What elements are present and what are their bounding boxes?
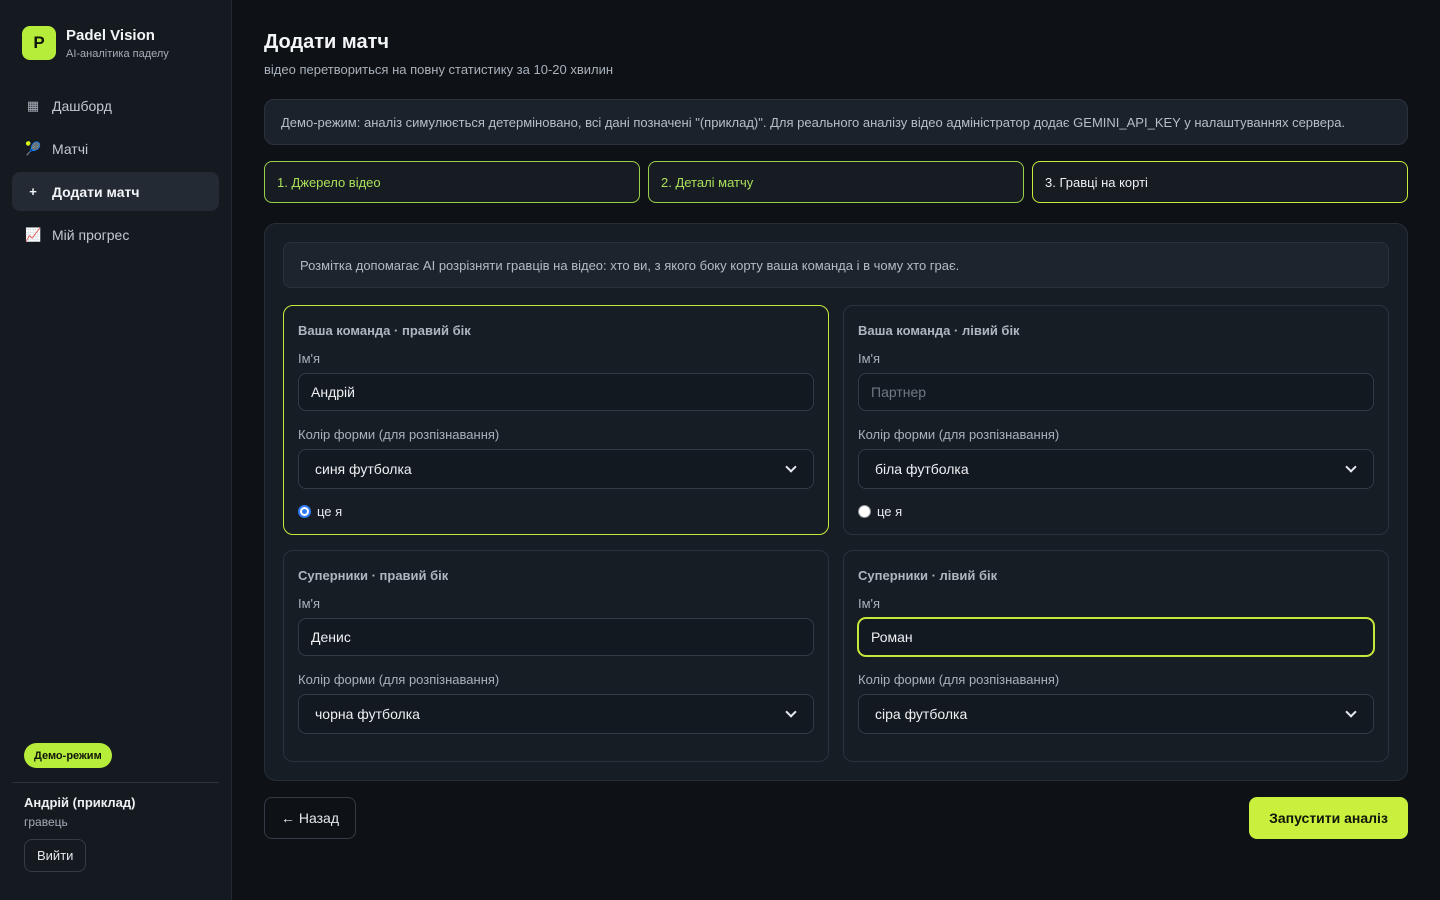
brand-name: Padel Vision [66, 27, 155, 44]
chevron-down-icon [1345, 461, 1357, 473]
player-name-input[interactable] [858, 373, 1374, 411]
brand[interactable]: P Padel Vision AI-аналітика паделу [22, 26, 169, 60]
chevron-down-icon [785, 706, 797, 718]
logout-button[interactable]: Вийти [24, 839, 87, 872]
shirt-color-select[interactable]: біла футболка [858, 449, 1374, 489]
this-is-me-radio[interactable]: це я [298, 504, 342, 519]
plus-icon: + [29, 184, 37, 199]
back-button[interactable]: ← Назад [264, 797, 356, 839]
racket-icon: 🎾 [25, 140, 42, 156]
radio-checked-icon [298, 505, 311, 518]
user-role: гравець [24, 815, 68, 829]
demo-notice: Демо-режим: аналіз симулюється детерміно… [264, 99, 1408, 145]
sidebar-divider [12, 782, 219, 783]
sidebar-item-label: Матчі [52, 140, 89, 157]
players-hint: Розмітка допомагає AI розрізняти гравців… [283, 242, 1389, 288]
chevron-down-icon [785, 461, 797, 473]
shirt-color-select[interactable]: сіра футболка [858, 694, 1374, 734]
shirt-color-value: чорна футболка [315, 706, 420, 722]
sidebar-item-my-progress[interactable]: 📈 Мій прогрес [12, 215, 219, 254]
sidebar-item-label: Додати матч [52, 183, 140, 200]
shirt-color-value: синя футболка [315, 461, 412, 477]
player-card-team-left[interactable]: Ваша команда · лівий бік Ім'я Колір форм… [843, 305, 1389, 535]
player-card-title: Суперники · лівий бік [858, 568, 998, 583]
chart-icon: 📈 [25, 226, 42, 242]
sidebar-item-dashboard[interactable]: ▦ Дашборд [12, 86, 219, 125]
player-card-team-right[interactable]: Ваша команда · правий бік Ім'я Колір фор… [283, 305, 829, 535]
page-subtitle: відео перетвориться на повну статистику … [264, 62, 614, 77]
shirt-color-label: Колір форми (для розпізнавання) [298, 427, 500, 442]
page-title: Додати матч [264, 31, 389, 53]
brand-subtitle: AI-аналітика паделу [66, 48, 169, 60]
demo-mode-badge: Демо-режим [24, 743, 112, 768]
this-is-me-label: це я [877, 504, 903, 519]
user-name: Андрій (приклад) [24, 795, 136, 810]
shirt-color-select[interactable]: синя футболка [298, 449, 814, 489]
player-name-input[interactable] [298, 373, 814, 411]
run-analysis-button[interactable]: Запустити аналіз [1249, 797, 1408, 839]
name-label: Ім'я [858, 596, 881, 611]
sidebar-item-matches[interactable]: 🎾 Матчі [12, 129, 219, 168]
name-label: Ім'я [298, 351, 321, 366]
shirt-color-value: біла футболка [875, 461, 969, 477]
player-card-opponent-left: Суперники · лівий бік Ім'я Колір форми (… [843, 550, 1389, 762]
sidebar-item-label: Мій прогрес [52, 226, 130, 243]
sidebar-item-label: Дашборд [52, 97, 112, 114]
sidebar-nav: ▦ Дашборд 🎾 Матчі + Додати матч 📈 Мій пр… [12, 86, 219, 258]
this-is-me-radio[interactable]: це я [858, 504, 902, 519]
shirt-color-label: Колір форми (для розпізнавання) [858, 427, 1060, 442]
sidebar-item-add-match[interactable]: + Додати матч [12, 172, 219, 211]
name-label: Ім'я [298, 596, 321, 611]
sidebar: P Padel Vision AI-аналітика паделу ▦ Даш… [0, 0, 232, 900]
shirt-color-label: Колір форми (для розпізнавання) [298, 672, 500, 687]
brand-logo: P [22, 26, 56, 60]
player-card-title: Ваша команда · лівий бік [858, 323, 1020, 338]
shirt-color-select[interactable]: чорна футболка [298, 694, 814, 734]
player-card-opponent-right: Суперники · правий бік Ім'я Колір форми … [283, 550, 829, 762]
radio-unchecked-icon [858, 505, 871, 518]
shirt-color-label: Колір форми (для розпізнавання) [858, 672, 1060, 687]
player-name-input[interactable] [298, 618, 814, 656]
step-players-on-court[interactable]: 3. Гравці на корті [1032, 161, 1408, 203]
shirt-color-value: сіра футболка [875, 706, 968, 722]
step-match-details[interactable]: 2. Деталі матчу [648, 161, 1024, 203]
wizard-steps: 1. Джерело відео 2. Деталі матчу 3. Грав… [264, 161, 1408, 203]
player-name-input[interactable] [858, 618, 1374, 656]
player-card-title: Ваша команда · правий бік [298, 323, 471, 338]
chevron-down-icon [1345, 706, 1357, 718]
name-label: Ім'я [858, 351, 881, 366]
this-is-me-label: це я [317, 504, 343, 519]
players-card: Розмітка допомагає AI розрізняти гравців… [264, 223, 1408, 781]
step-video-source[interactable]: 1. Джерело відео [264, 161, 640, 203]
player-card-title: Суперники · правий бік [298, 568, 449, 583]
dashboard-icon: ▦ [26, 97, 40, 113]
